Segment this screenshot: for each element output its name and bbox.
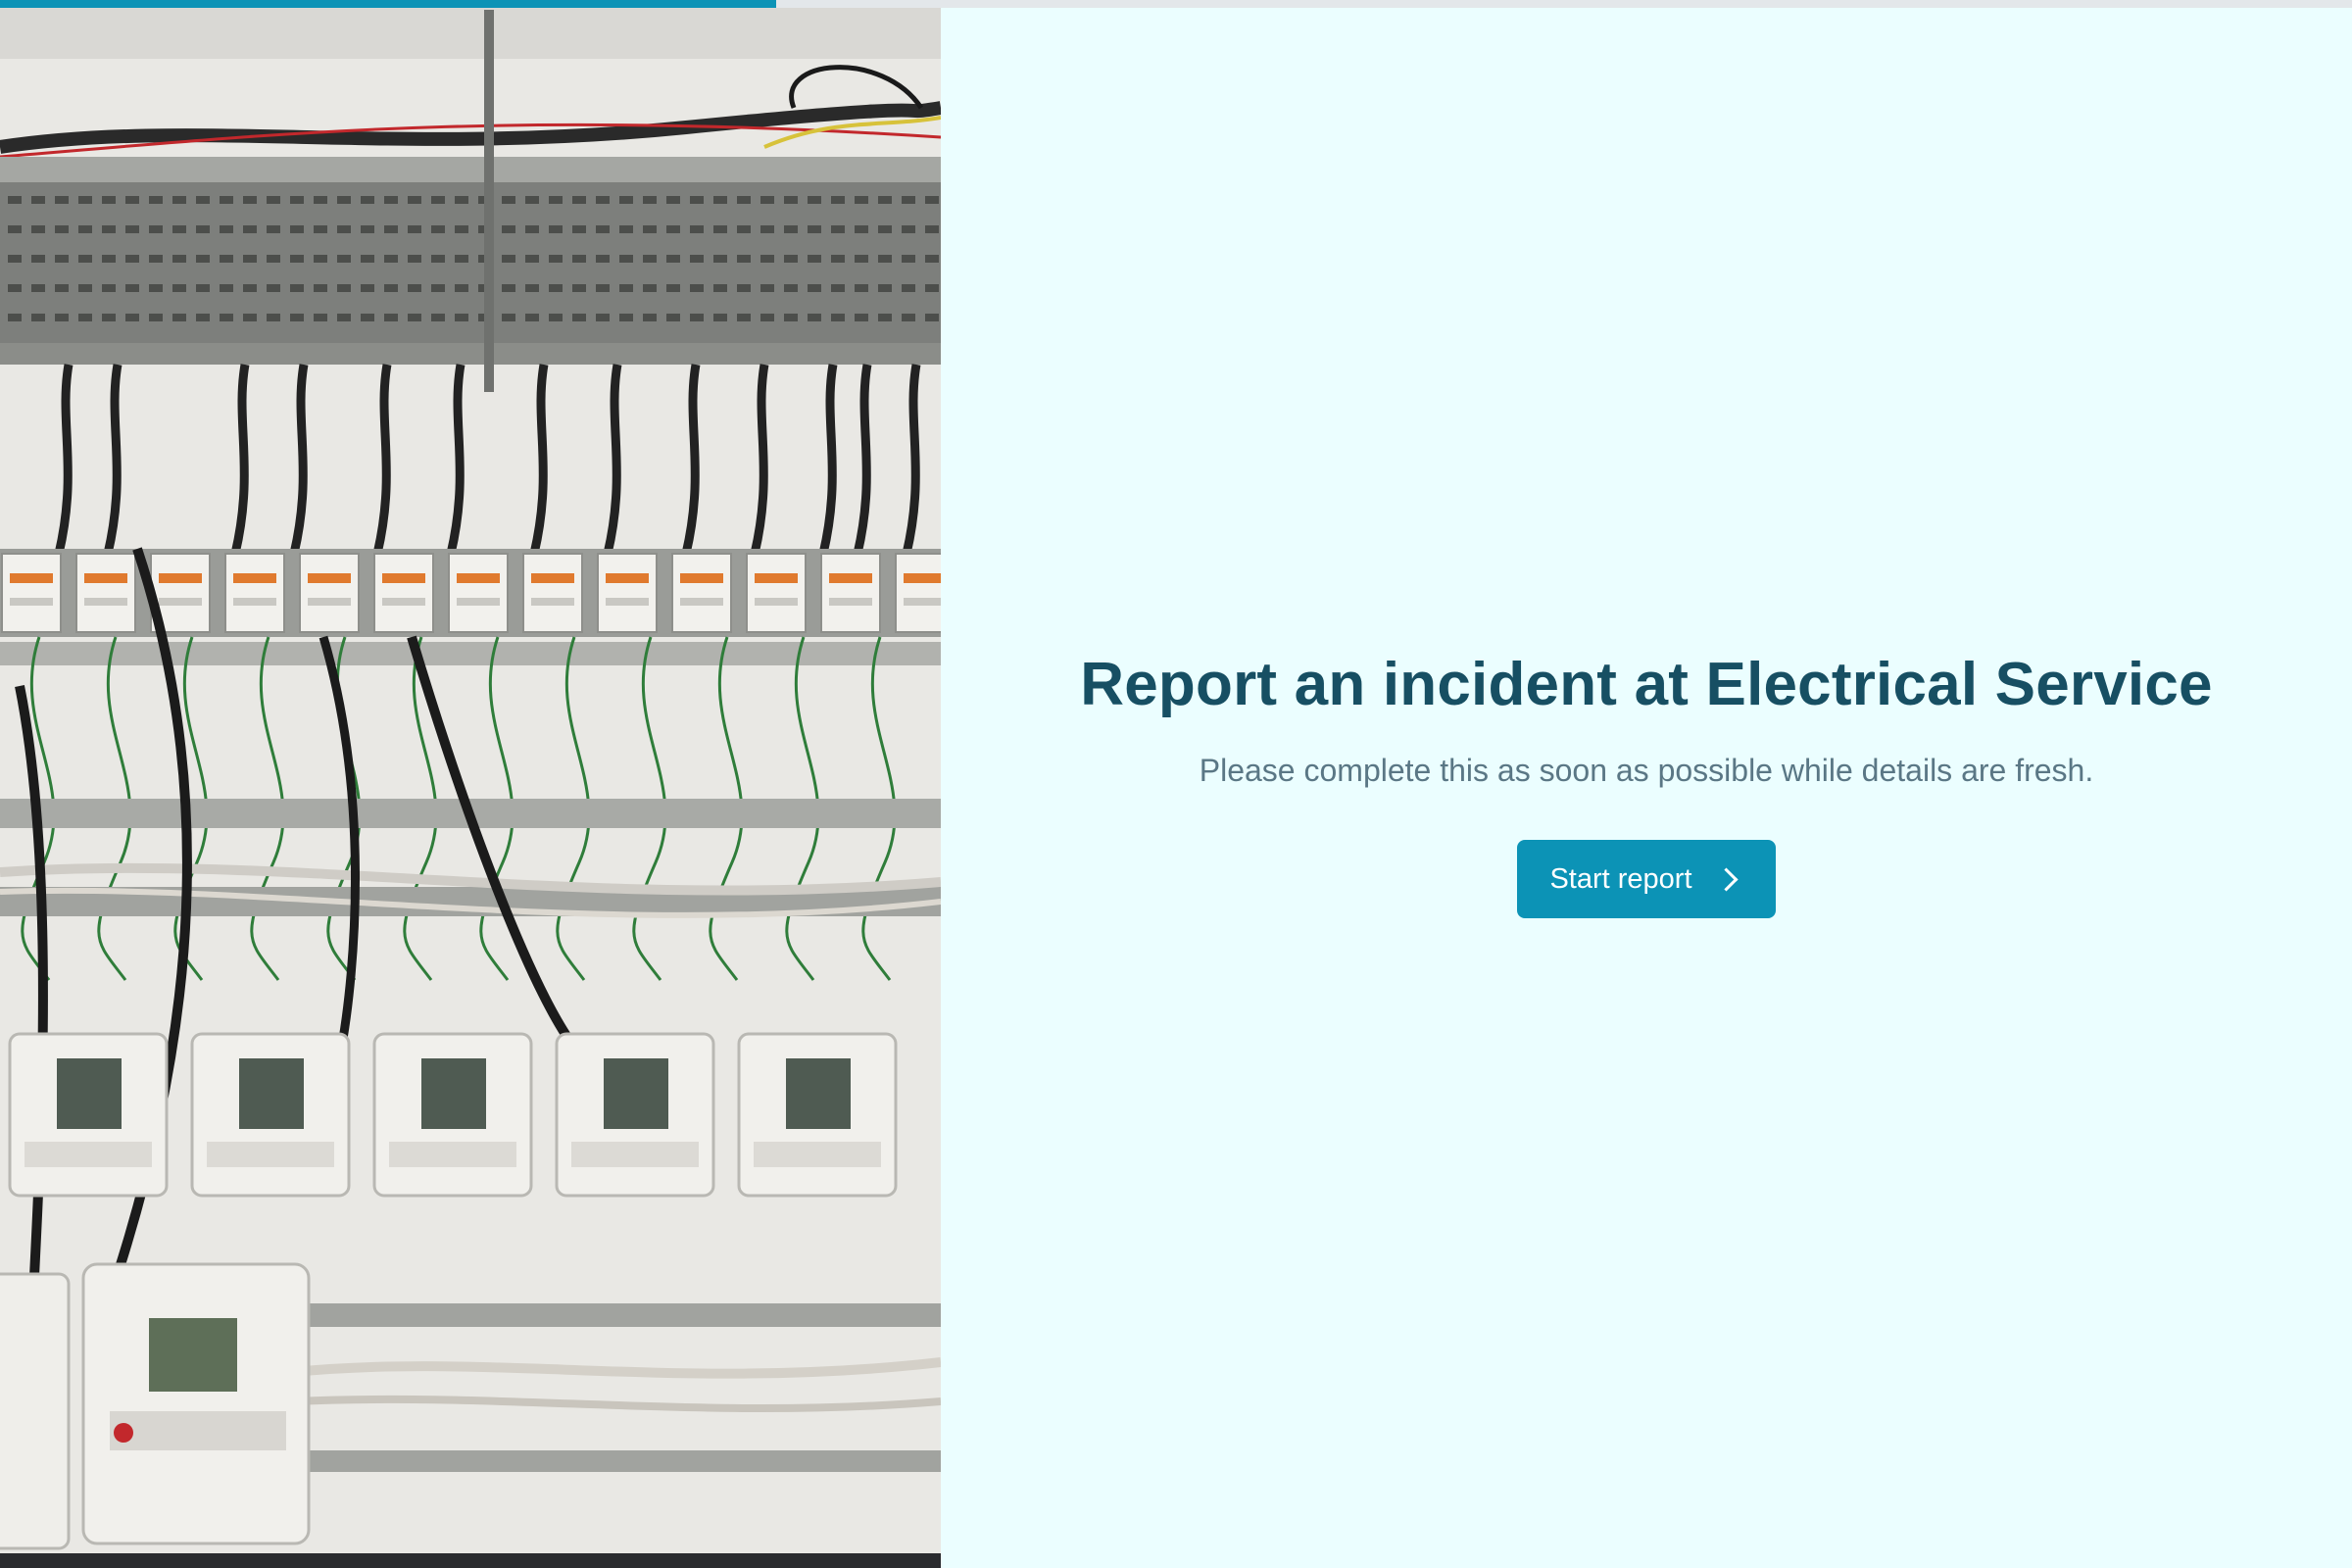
- page-subtitle: Please complete this as soon as possible…: [1199, 753, 2094, 788]
- progress-bar: [0, 0, 2352, 8]
- electrical-panel-photo: [0, 0, 941, 1568]
- report-landing-page: Report an incident at Electrical Service…: [0, 0, 2352, 1568]
- page-title: Report an incident at Electrical Service: [1080, 651, 2213, 718]
- start-report-label: Start report: [1549, 862, 1692, 895]
- report-intro: Report an incident at Electrical Service…: [941, 0, 2352, 1568]
- progress-bar-fill: [0, 0, 776, 8]
- chevron-right-icon: [1714, 866, 1739, 892]
- start-report-button[interactable]: Start report: [1517, 840, 1776, 918]
